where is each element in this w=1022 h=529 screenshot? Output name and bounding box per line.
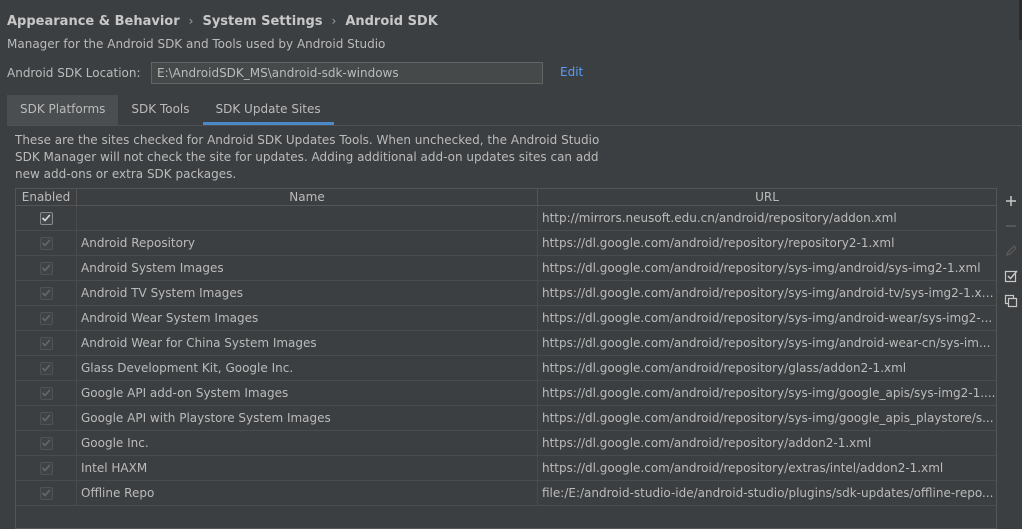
- site-url: https://dl.google.com/android/repository…: [542, 386, 996, 400]
- table-row[interactable]: Android Wear for China System Images http…: [16, 331, 996, 356]
- edit-location-link[interactable]: Edit: [560, 65, 583, 79]
- site-name: Intel HAXM: [77, 456, 538, 480]
- enabled-checkbox[interactable]: [39, 486, 53, 500]
- add-icon[interactable]: [1002, 190, 1020, 212]
- site-name: Android Wear System Images: [77, 306, 538, 330]
- table-row[interactable]: Intel HAXM https://dl.google.com/android/…: [16, 456, 996, 481]
- table-body: http://mirrors.neusoft.edu.cn/android/re…: [16, 206, 996, 506]
- tab-bar: SDK Platforms SDK Tools SDK Update Sites: [7, 95, 334, 126]
- tab-sdk-tools[interactable]: SDK Tools: [118, 95, 202, 125]
- enabled-checkbox[interactable]: [39, 361, 53, 375]
- enabled-cell: [16, 356, 77, 380]
- enabled-checkbox[interactable]: [39, 436, 53, 450]
- breadcrumb-item-android-sdk: Android SDK: [345, 13, 438, 29]
- remove-icon[interactable]: [1002, 215, 1020, 237]
- site-name: Glass Development Kit, Google Inc.: [77, 356, 538, 380]
- site-url: https://dl.google.com/android/repository…: [542, 286, 996, 300]
- enabled-checkbox[interactable]: [39, 336, 53, 350]
- enabled-checkbox[interactable]: [39, 236, 53, 250]
- table-row[interactable]: Android TV System Images https://dl.googl…: [16, 281, 996, 306]
- site-url: https://dl.google.com/android/repository…: [542, 436, 872, 450]
- breadcrumb-item-system-settings[interactable]: System Settings: [202, 14, 322, 29]
- site-name: Offline Repo: [77, 481, 538, 505]
- enabled-cell: [16, 206, 77, 230]
- table-row[interactable]: Glass Development Kit, Google Inc. https:…: [16, 356, 996, 381]
- chevron-right-icon: ›: [331, 14, 337, 28]
- check-all-icon[interactable]: [1002, 265, 1020, 287]
- table-toolbar: [1000, 190, 1022, 315]
- help-line: SDK Manager will not check the site for …: [15, 150, 599, 164]
- table-row[interactable]: Google API with Playstore System Images h…: [16, 406, 996, 431]
- site-url: http://mirrors.neusoft.edu.cn/android/re…: [542, 211, 897, 225]
- enabled-cell: [16, 431, 77, 455]
- enabled-cell: [16, 406, 77, 430]
- site-name: Google Inc.: [77, 431, 538, 455]
- site-name: Android TV System Images: [77, 281, 538, 305]
- table-row[interactable]: Offline Repo file:/E:/android-studio-ide/…: [16, 481, 996, 506]
- breadcrumb: Appearance & Behavior › System Settings …: [7, 12, 438, 30]
- table-row[interactable]: Google API add-on System Images https://d…: [16, 381, 996, 406]
- page-description: Manager for the Android SDK and Tools us…: [7, 37, 386, 51]
- site-url: https://dl.google.com/android/repository…: [542, 261, 981, 275]
- header-name[interactable]: Name: [77, 189, 538, 205]
- site-name: [77, 206, 538, 230]
- header-url[interactable]: URL: [538, 189, 996, 205]
- site-name: Android Wear for China System Images: [77, 331, 538, 355]
- site-url: https://dl.google.com/android/repository…: [542, 311, 993, 325]
- help-text: These are the sites checked for Android …: [15, 132, 605, 183]
- copy-icon[interactable]: [1002, 290, 1020, 312]
- sdk-location-label: Android SDK Location:: [7, 66, 141, 80]
- enabled-cell: [16, 331, 77, 355]
- table-row[interactable]: Google Inc. https://dl.google.com/android…: [16, 431, 996, 456]
- enabled-checkbox[interactable]: [39, 286, 53, 300]
- tab-sdk-platforms[interactable]: SDK Platforms: [7, 95, 119, 125]
- enabled-checkbox[interactable]: [39, 386, 53, 400]
- update-sites-table: Enabled Name URL http://mirrors.neusoft.…: [15, 188, 997, 529]
- enabled-checkbox[interactable]: [39, 211, 53, 225]
- site-url: file:/E:/android-studio-ide/android-stud…: [542, 486, 994, 500]
- site-url: https://dl.google.com/android/repository…: [542, 361, 907, 375]
- enabled-cell: [16, 281, 77, 305]
- enabled-cell: [16, 481, 77, 505]
- enabled-checkbox[interactable]: [39, 311, 53, 325]
- sdk-location-field[interactable]: E:\AndroidSDK_MS\android-sdk-windows: [151, 62, 543, 84]
- help-line: These are the sites checked for Android …: [15, 133, 600, 147]
- table-row[interactable]: http://mirrors.neusoft.edu.cn/android/re…: [16, 206, 996, 231]
- chevron-right-icon: ›: [188, 14, 194, 28]
- enabled-cell: [16, 256, 77, 280]
- enabled-checkbox[interactable]: [39, 261, 53, 275]
- site-name: Google API add-on System Images: [77, 381, 538, 405]
- tab-divider: [7, 125, 1022, 126]
- site-name: Android Repository: [77, 231, 538, 255]
- enabled-cell: [16, 381, 77, 405]
- breadcrumb-item-appearance[interactable]: Appearance & Behavior: [7, 14, 180, 29]
- enabled-checkbox[interactable]: [39, 411, 53, 425]
- table-header: Enabled Name URL: [16, 189, 996, 206]
- table-row[interactable]: Android Repository https://dl.google.com/…: [16, 231, 996, 256]
- tab-sdk-update-sites[interactable]: SDK Update Sites: [202, 95, 334, 125]
- site-name: Android System Images: [77, 256, 538, 280]
- table-row[interactable]: Android Wear System Images https://dl.goo…: [16, 306, 996, 331]
- header-enabled[interactable]: Enabled: [16, 189, 77, 205]
- enabled-checkbox[interactable]: [39, 461, 53, 475]
- edit-icon[interactable]: [1002, 240, 1020, 262]
- enabled-cell: [16, 456, 77, 480]
- site-url: https://dl.google.com/android/repository…: [542, 411, 994, 425]
- table-row[interactable]: Android System Images https://dl.google.c…: [16, 256, 996, 281]
- site-name: Google API with Playstore System Images: [77, 406, 538, 430]
- site-url: https://dl.google.com/android/repository…: [542, 461, 944, 475]
- site-url: https://dl.google.com/android/repository…: [542, 336, 991, 350]
- site-url: https://dl.google.com/android/repository…: [542, 236, 895, 250]
- enabled-cell: [16, 231, 77, 255]
- help-line: new add-ons or extra SDK packages.: [15, 167, 237, 181]
- enabled-cell: [16, 306, 77, 330]
